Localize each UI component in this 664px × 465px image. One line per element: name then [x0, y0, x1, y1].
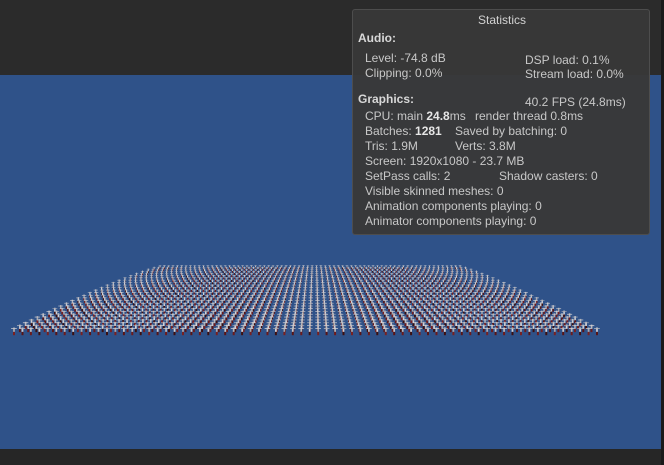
cpu-main: CPU: main 24.8ms: [365, 109, 466, 123]
stream-load: Stream load: 0.0%: [525, 67, 624, 81]
render-thread: render thread 0.8ms: [475, 109, 584, 123]
batches-value: 1281: [415, 124, 442, 138]
fps-readout: 40.2 FPS (24.8ms): [525, 95, 626, 109]
batches-label: Batches:: [365, 124, 416, 138]
audio-level: Level: -74.8 dB: [365, 51, 446, 65]
animator-components: Animator components playing: 0: [365, 214, 537, 228]
verts: Verts: 3.8M: [455, 139, 516, 153]
bottom-bar: [0, 449, 664, 465]
setpass-calls: SetPass calls: 2: [365, 169, 451, 183]
audio-header: Audio:: [358, 31, 396, 45]
screen-info: Screen: 1920x1080 - 23.7 MB: [365, 154, 525, 168]
crowd-figures: [11, 265, 600, 336]
cpu-unit: ms: [449, 109, 466, 123]
skinned-meshes: Visible skinned meshes: 0: [365, 184, 504, 198]
statistics-title: Statistics: [477, 13, 526, 27]
saved-by-batching: Saved by batching: 0: [455, 124, 568, 138]
graphics-header: Graphics:: [358, 92, 415, 106]
audio-clipping: Clipping: 0.0%: [365, 66, 443, 80]
batches: Batches: 1281: [365, 124, 442, 138]
cpu-prefix: CPU: main: [365, 109, 427, 123]
tris: Tris: 1.9M: [365, 139, 418, 153]
animation-components: Animation components playing: 0: [365, 199, 542, 213]
dsp-load: DSP load: 0.1%: [525, 53, 610, 67]
cpu-main-value: 24.8: [426, 109, 450, 123]
shadow-casters: Shadow casters: 0: [499, 169, 598, 183]
statistics-panel: Statistics Audio: Level: -74.8 dB DSP lo…: [352, 9, 650, 235]
